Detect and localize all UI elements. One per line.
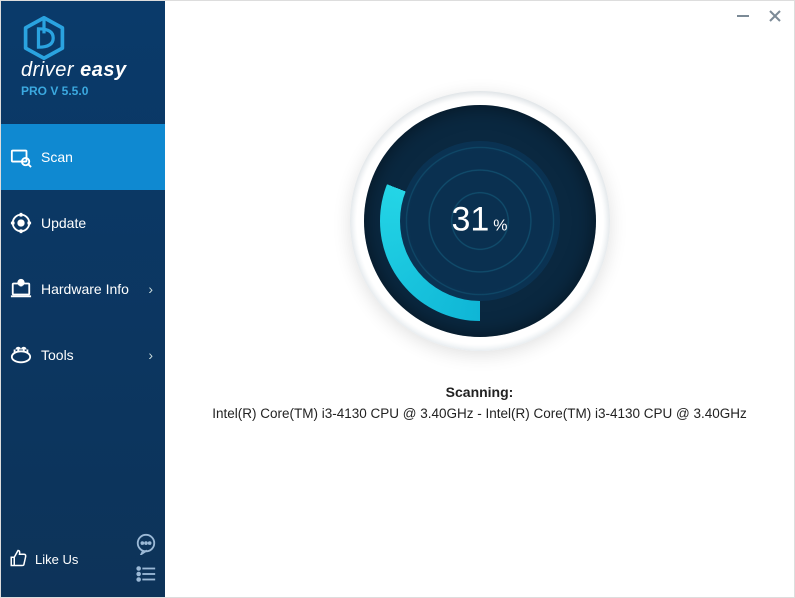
brand-word1: driver [21,59,74,81]
minimize-button[interactable] [734,7,752,25]
scan-status-detail: Intel(R) Core(TM) i3-4130 CPU @ 3.40GHz … [165,406,794,421]
window-controls [734,7,784,25]
main-content: 31% Scanning: Intel(R) Core(TM) i3-4130 … [165,1,794,597]
feedback-icon[interactable] [135,533,157,555]
close-button[interactable] [766,7,784,25]
percent-value: 31 [451,201,489,239]
nav: Scan Update i Hardware Info › Tools › [1,124,165,388]
sidebar: driver easy PRO V 5.5.0 Scan Update i Ha… [1,1,165,597]
nav-item-hwinfo[interactable]: i Hardware Info › [1,256,165,322]
nav-item-tools[interactable]: Tools › [1,322,165,388]
progress-gauge: 31% [350,91,610,351]
chevron-right-icon: › [148,281,153,297]
nav-item-scan[interactable]: Scan [1,124,165,190]
nav-item-update[interactable]: Update [1,190,165,256]
nav-label-tools: Tools [41,347,74,363]
like-us-label: Like Us [35,552,78,567]
nav-label-hwinfo: Hardware Info [41,281,129,297]
brand-name: driver easy [21,59,165,82]
scan-icon [9,145,33,169]
menu-icon[interactable] [135,563,157,585]
scan-status-title: Scanning: [165,384,794,400]
nav-label-scan: Scan [41,149,73,165]
update-icon [9,211,33,235]
app-logo-icon [21,15,67,61]
sidebar-footer: Like Us [1,523,165,597]
nav-label-update: Update [41,215,86,231]
scan-status: Scanning: Intel(R) Core(TM) i3-4130 CPU … [165,384,794,421]
like-us-button[interactable]: Like Us [9,549,78,569]
scan-panel: 31% Scanning: Intel(R) Core(TM) i3-4130 … [165,1,794,421]
thumbs-up-icon [9,549,29,569]
footer-right-icons [135,533,157,585]
percent-sign: % [493,218,507,235]
tools-icon [9,343,33,367]
brand-word2: easy [80,59,127,81]
chevron-right-icon: › [148,347,153,363]
hardware-info-icon: i [9,277,33,301]
logo-block: driver easy PRO V 5.5.0 [1,1,165,106]
version-label: PRO V 5.5.0 [21,84,165,98]
progress-percent: 31% [451,201,507,240]
